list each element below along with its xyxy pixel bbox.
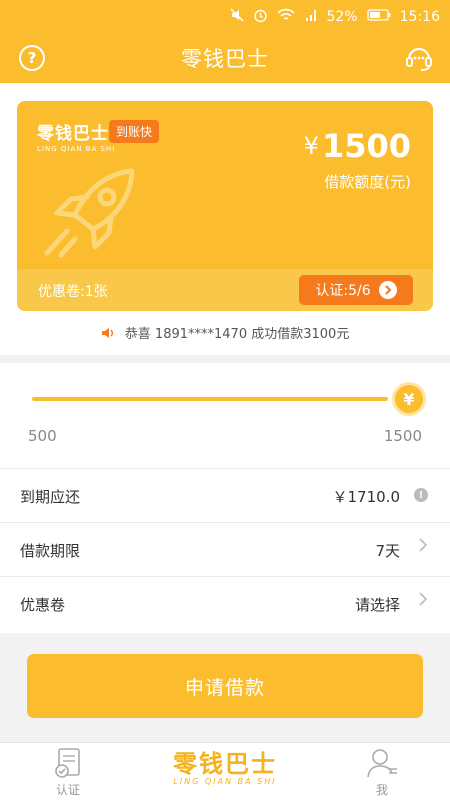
- tab-profile[interactable]: 我: [352, 747, 412, 798]
- document-check-icon: [55, 748, 80, 778]
- tab-label: 认证: [55, 783, 80, 797]
- repayment-amount: ￥1710.0: [332, 488, 401, 506]
- loan-amount-value: 1500: [321, 127, 411, 165]
- card-logo: 零钱巴士 LING QIAN BA SHI: [37, 119, 115, 153]
- wifi-icon: [276, 8, 295, 25]
- alarm-icon: [253, 8, 268, 26]
- chevron-right-icon: [419, 537, 428, 558]
- broadcast-text: 恭喜 1891****1470 成功借款3100元: [124, 327, 350, 342]
- loan-amount: ¥1500: [304, 127, 411, 165]
- loan-amount-label: 借款额度(元): [324, 173, 411, 191]
- fast-arrival-badge: 到账快: [109, 120, 160, 143]
- row-label: 到期应还: [20, 488, 81, 506]
- signal-icon: [304, 8, 318, 25]
- row-label: 借款期限: [20, 542, 81, 560]
- tab-logo-text: 零钱巴士: [173, 750, 277, 778]
- app-header: ? 零钱巴士: [0, 33, 450, 83]
- card-footer: 优惠卷:1张 认证:5/6: [17, 269, 433, 311]
- amount-slider-thumb[interactable]: ¥: [392, 382, 426, 416]
- clock: 15:16: [399, 8, 440, 25]
- chevron-right-icon: [419, 591, 428, 612]
- mute-icon: [229, 8, 244, 25]
- card-logo-text: 零钱巴士: [37, 124, 109, 144]
- tab-home-logo[interactable]: 零钱巴士 LING QIAN BA SHI: [165, 751, 285, 786]
- broadcast-notice: 恭喜 1891****1470 成功借款3100元: [0, 323, 450, 342]
- page-title: 零钱巴士: [181, 47, 269, 71]
- credit-card: 零钱巴士 LING QIAN BA SHI 到账快 ¥1500 借款额度(元) …: [17, 101, 433, 311]
- slider-min-label: 500: [28, 427, 57, 445]
- headset-icon: [406, 47, 432, 71]
- verification-progress: 认证:5/6: [315, 283, 371, 299]
- card-logo-pinyin: LING QIAN BA SHI: [37, 145, 116, 153]
- tab-logo-pinyin: LING QIAN BA SHI: [173, 777, 277, 786]
- loan-settings-panel: ¥ 500 1500 到期应还 ￥1710.0 ! 借款期限 7天 优惠卷 请选…: [0, 363, 450, 633]
- tab-bar: 认证 零钱巴士 LING QIAN BA SHI 我: [0, 742, 450, 800]
- info-icon[interactable]: !: [414, 488, 428, 502]
- verification-button[interactable]: 认证:5/6: [299, 275, 413, 305]
- tab-verification[interactable]: 认证: [38, 747, 98, 798]
- repayment-due-row: 到期应还 ￥1710.0 !: [0, 468, 450, 522]
- amount-slider-track[interactable]: [32, 397, 388, 401]
- battery-percent: 52%: [326, 8, 358, 25]
- loan-term-row[interactable]: 借款期限 7天: [0, 522, 450, 576]
- coupon-value: 请选择: [354, 596, 400, 614]
- apply-loan-button[interactable]: 申请借款: [27, 654, 423, 718]
- slider-max-label: 1500: [383, 427, 422, 445]
- customer-service-button[interactable]: [404, 44, 434, 72]
- battery-icon: [366, 9, 391, 24]
- help-button[interactable]: ?: [19, 45, 45, 71]
- user-icon: [367, 749, 397, 778]
- rocket-icon: [44, 168, 135, 258]
- loan-term-value: 7天: [375, 542, 400, 560]
- coupon-row[interactable]: 优惠卷 请选择: [0, 576, 450, 630]
- tab-label: 我: [375, 783, 388, 797]
- row-label: 优惠卷: [20, 596, 66, 614]
- speaker-icon: [101, 328, 113, 338]
- currency-symbol: ¥: [303, 132, 319, 160]
- status-bar: 52% 15:16: [0, 0, 450, 33]
- yen-icon: ¥: [403, 389, 415, 409]
- chevron-right-icon: [378, 281, 397, 299]
- loan-overview-panel: 零钱巴士 LING QIAN BA SHI 到账快 ¥1500 借款额度(元) …: [0, 83, 450, 355]
- coupon-count: 优惠卷:1张: [38, 284, 108, 300]
- help-icon: ?: [27, 49, 37, 67]
